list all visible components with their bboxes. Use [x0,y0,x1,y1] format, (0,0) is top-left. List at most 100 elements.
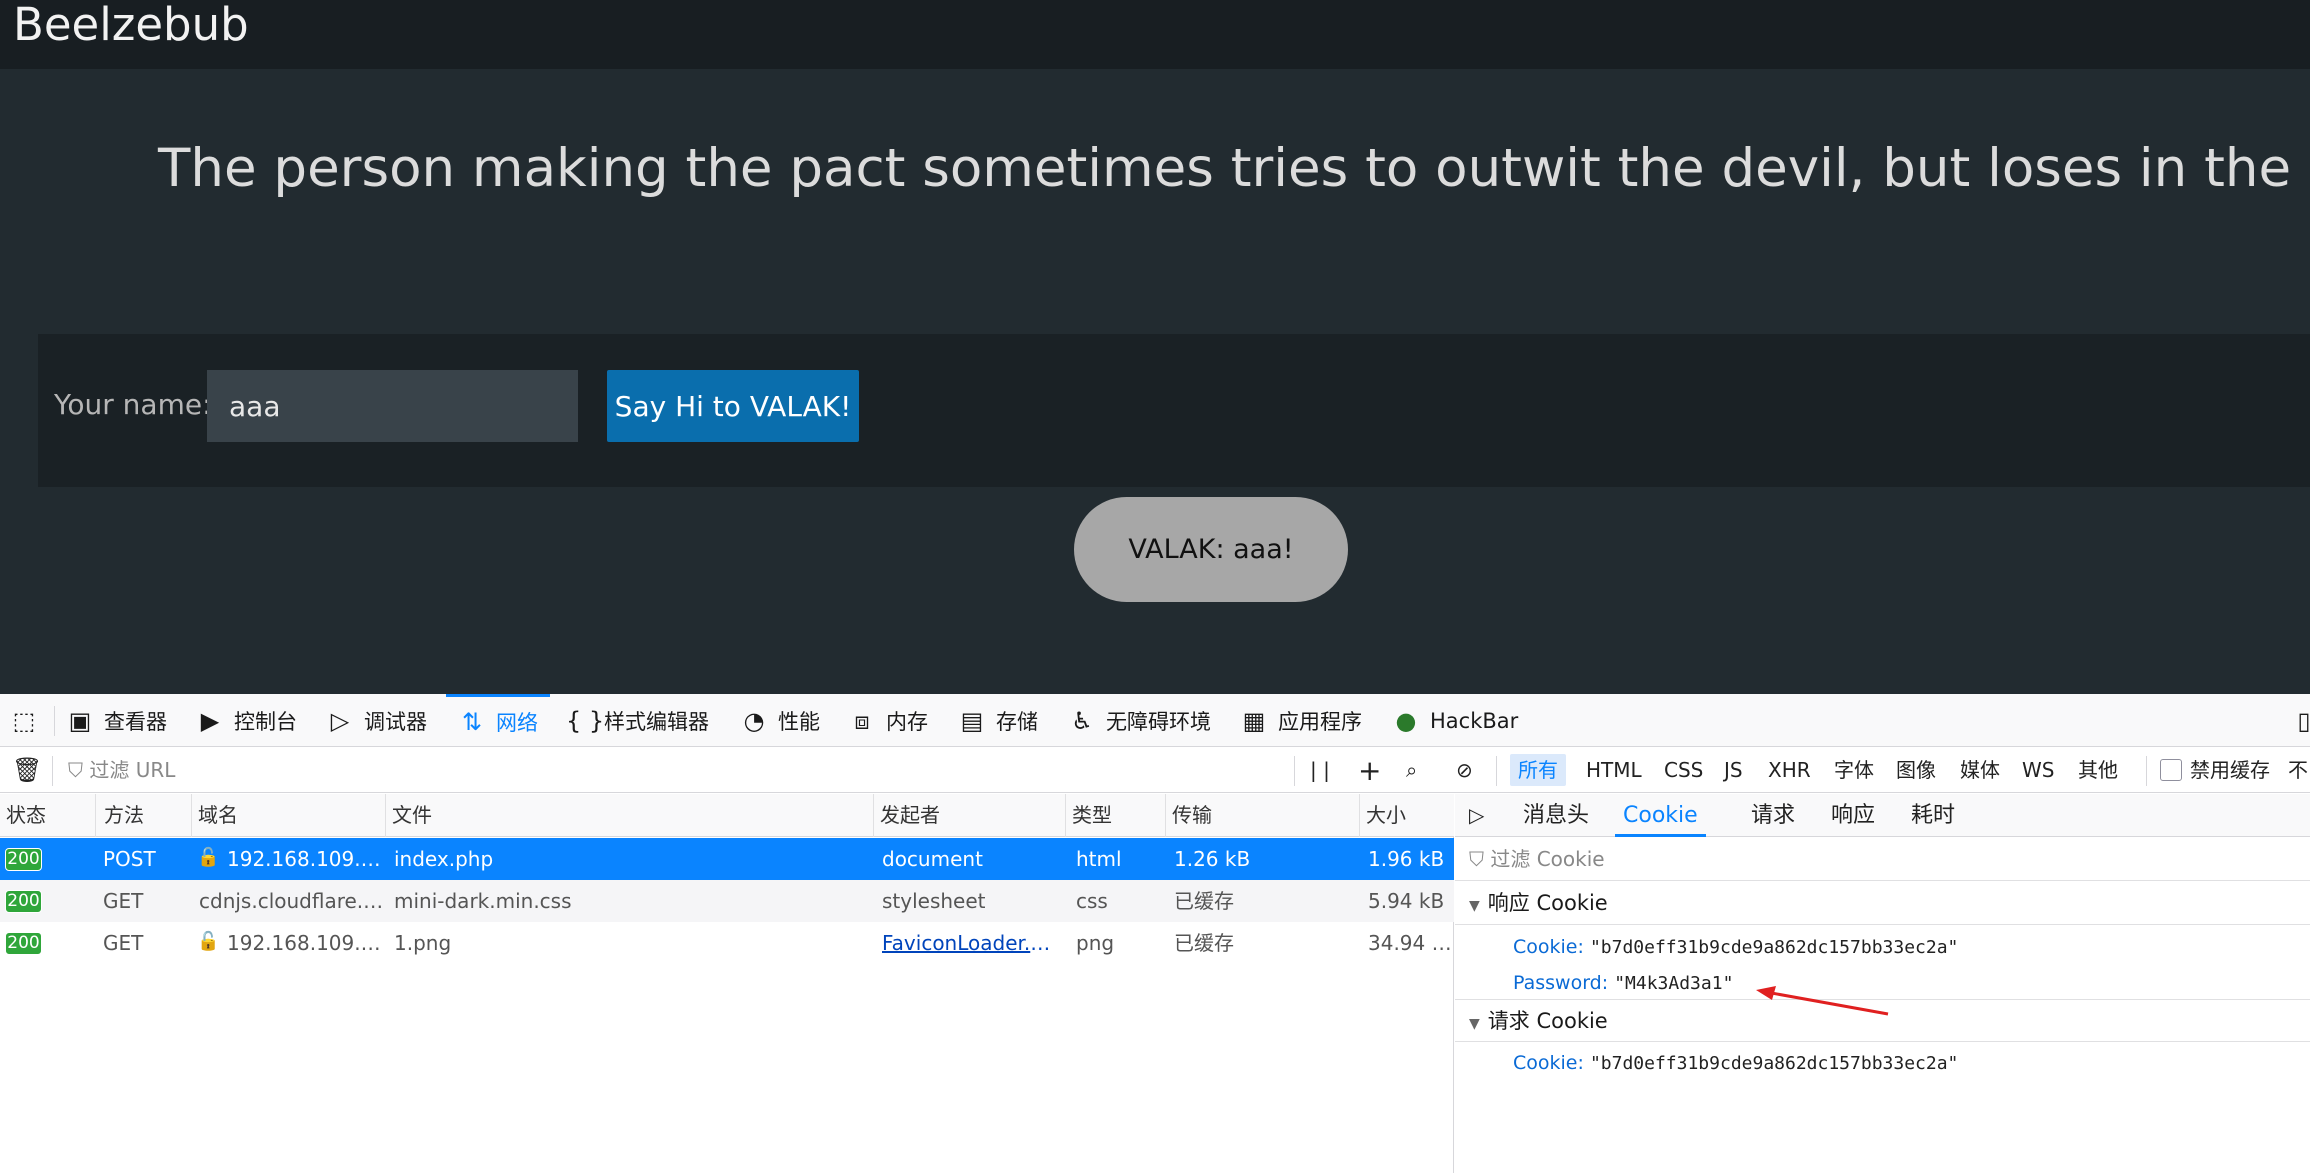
table-row[interactable]: 200 GET cdnjs.cloudflare.c... mini-dark.… [0,880,1454,922]
say-hi-button[interactable]: Say Hi to VALAK! [607,370,859,442]
url-filter-input[interactable]: ⛉ 过滤 URL [68,748,175,793]
tab-storage[interactable]: ▤ 存储 [958,694,1038,747]
table-row[interactable]: 200 POST 🔓 192.168.109.165 index.php doc… [0,838,1454,880]
tab-hackbar[interactable]: ● HackBar [1392,694,1519,747]
inspector-icon: ▣ [68,706,92,735]
tab-label: 查看器 [104,709,167,734]
funnel-icon: ⛉ [68,758,83,782]
block-icon[interactable]: ⊘ [1456,748,1473,793]
tab-request[interactable]: 请求 [1751,794,1795,837]
request-transfer: 已缓存 [1174,931,1234,955]
insecure-lock-icon: 🔓 [197,847,220,868]
section-title: 响应 Cookie [1487,891,1608,915]
debugger-icon: ▷ [330,706,350,735]
dock-options-button[interactable]: ▯ [2290,694,2310,747]
column-size[interactable]: 大小 [1360,794,1454,837]
tab-network[interactable]: ⇅ 网络 [446,694,550,747]
tab-cookie[interactable]: Cookie [1615,794,1706,837]
page-quote: The person making the pact sometimes tri… [158,138,2310,199]
url-filter-placeholder: 过滤 URL [89,758,176,782]
filter-type-font[interactable]: 字体 [1834,748,1874,793]
element-picker-button[interactable]: ⬚ [10,694,38,747]
cookie-key: Cookie: [1513,936,1584,958]
request-size: 1.96 kB [1368,847,1445,871]
password-entry[interactable]: Password: "M4k3Ad3a1" [1513,966,1733,1000]
style-editor-icon: { } [566,706,605,735]
filter-type-other[interactable]: 其他 [2078,748,2118,793]
search-icon[interactable]: ⌕ [1406,748,1417,793]
table-row[interactable]: 200 GET 🔓 192.168.109.165 1.png FaviconL… [0,922,1454,964]
tab-label: 应用程序 [1278,709,1362,734]
tab-headers[interactable]: 消息头 [1523,794,1589,837]
annotation-arrow [1756,986,1889,1016]
network-icon: ⇅ [461,708,483,736]
tab-accessibility[interactable]: ♿ 无障碍环境 [1068,694,1211,747]
request-type: html [1076,847,1122,871]
filter-type-xhr[interactable]: XHR [1768,748,1811,793]
toggle-panel-icon[interactable]: ▷ [1469,794,1484,837]
request-file: 1.png [394,931,452,955]
add-request-icon[interactable]: + [1358,748,1381,793]
tab-console[interactable]: ▶ 控制台 [196,694,297,747]
request-initiator: document [882,847,983,871]
column-transfer[interactable]: 传输 [1166,794,1360,837]
tab-label: 无障碍环境 [1106,709,1211,734]
site-title[interactable]: Beelzebub [13,0,249,50]
filter-type-all[interactable]: 所有 [1510,754,1566,786]
tab-style-editor[interactable]: { } 样式编辑器 [566,694,709,747]
request-domain: 192.168.109.165 [227,847,387,871]
accessibility-icon: ♿ [1071,706,1093,735]
trash-icon[interactable]: 🗑 [12,748,42,793]
tab-debugger[interactable]: ▷ 调试器 [326,694,427,747]
cookie-filter-placeholder: 过滤 Cookie [1490,847,1605,871]
column-method[interactable]: 方法 [96,794,192,837]
toolbar-divider [54,706,55,736]
disable-cache-checkbox[interactable] [2160,759,2182,781]
column-type[interactable]: 类型 [1066,794,1166,837]
column-status[interactable]: 状态 [0,794,96,837]
request-method: GET [103,931,144,955]
filter-type-html[interactable]: HTML [1586,748,1642,793]
tab-performance[interactable]: ◔ 性能 [740,694,820,747]
cookie-entry[interactable]: Cookie: "b7d0eff31b9cde9a862dc157bb33ec2… [1513,930,1958,964]
insecure-lock-icon: 🔓 [197,931,220,952]
request-table: 状态 方法 域名 文件 发起者 类型 传输 大小 200 POST 🔓 192.… [0,794,1454,1173]
initiator-link[interactable]: FaviconLoader.sy... [882,922,1058,964]
response-cookie-section[interactable]: ▼ 响应 Cookie [1455,882,2310,925]
filter-type-js[interactable]: JS [1724,748,1743,793]
column-initiator[interactable]: 发起者 [874,794,1066,837]
filter-type-media[interactable]: 媒体 [1960,748,2000,793]
pause-icon[interactable]: | | [1310,748,1330,793]
filter-type-ws[interactable]: WS [2022,748,2054,793]
column-domain[interactable]: 域名 [192,794,386,837]
cookie-entry[interactable]: Cookie: "b7d0eff31b9cde9a862dc157bb33ec2… [1513,1046,1958,1080]
tab-timings[interactable]: 耗时 [1911,794,1955,837]
funnel-icon: ⛉ [1469,847,1484,871]
request-type: png [1076,931,1115,955]
throttle-label[interactable]: 不 [2288,748,2308,793]
dock-icon: ▯ [2297,706,2310,735]
tab-response[interactable]: 响应 [1831,794,1875,837]
request-transfer: 1.26 kB [1174,847,1251,871]
column-file[interactable]: 文件 [386,794,874,837]
filter-type-css[interactable]: CSS [1664,748,1703,793]
tab-label: HackBar [1430,708,1519,733]
application-icon: ▦ [1242,706,1266,735]
cookie-value: "b7d0eff31b9cde9a862dc157bb33ec2a" [1589,937,1959,958]
cookie-filter-input[interactable]: ⛉ 过滤 Cookie [1455,838,2310,881]
request-size: 34.94 kB [1368,931,1454,955]
request-file: mini-dark.min.css [394,889,572,913]
element-picker-icon: ⬚ [12,706,36,735]
tab-application[interactable]: ▦ 应用程序 [1240,694,1362,747]
request-method: POST [103,847,156,871]
tab-memory[interactable]: ⧈ 内存 [848,694,928,747]
status-badge: 200 [5,848,42,871]
tab-label: 调试器 [364,709,427,734]
tab-inspector[interactable]: ▣ 查看器 [66,694,167,747]
cookie-key: Cookie: [1513,1052,1584,1074]
valak-reply-bubble: VALAK: aaa! [1074,497,1348,602]
status-badge: 200 [5,932,42,955]
name-input[interactable] [207,370,578,442]
request-size: 5.94 kB [1368,889,1445,913]
filter-type-image[interactable]: 图像 [1896,748,1936,793]
